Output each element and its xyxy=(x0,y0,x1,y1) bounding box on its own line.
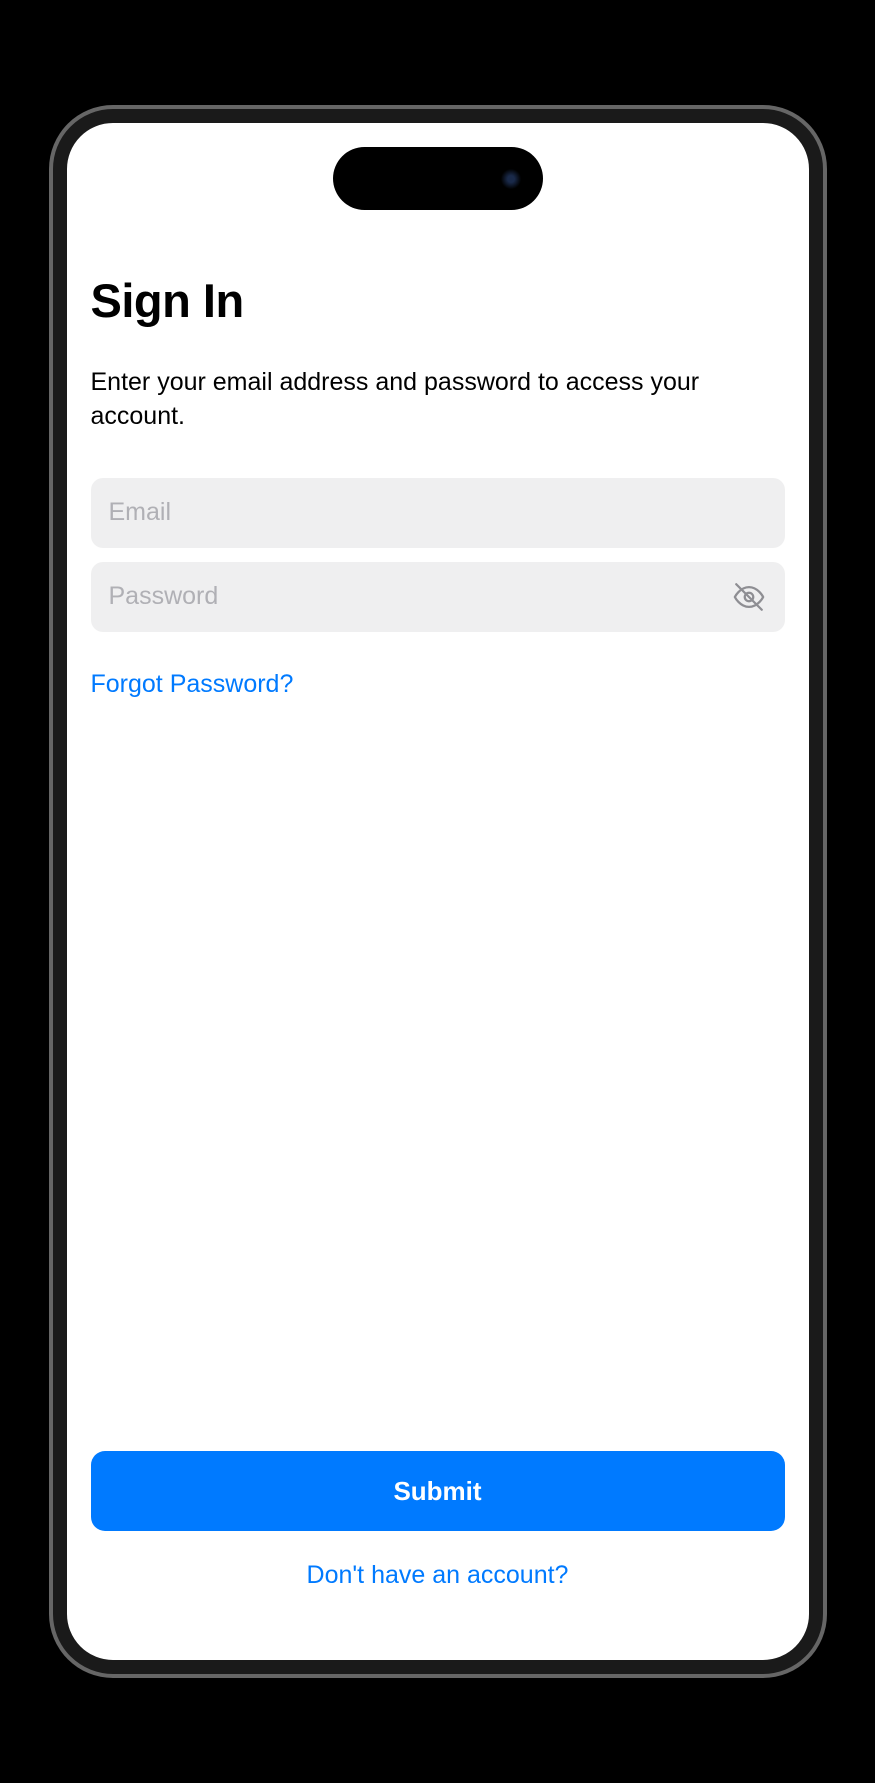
email-field-wrap xyxy=(91,478,785,548)
email-field[interactable] xyxy=(91,478,785,548)
toggle-password-visibility-icon[interactable] xyxy=(731,579,767,615)
iphone-frame: Sign In Enter your email address and pas… xyxy=(53,109,823,1674)
silence-switch xyxy=(57,368,63,423)
password-field[interactable] xyxy=(91,562,785,632)
dynamic-island xyxy=(333,147,543,210)
volume-up-button xyxy=(57,483,63,593)
forgot-password-link[interactable]: Forgot Password? xyxy=(91,670,294,699)
page-title: Sign In xyxy=(91,273,785,328)
sign-in-screen: Sign In Enter your email address and pas… xyxy=(67,123,809,1660)
password-field-wrap xyxy=(91,562,785,632)
signup-link[interactable]: Don't have an account? xyxy=(91,1561,785,1590)
page-subtitle: Enter your email address and password to… xyxy=(91,366,785,434)
spacer xyxy=(91,699,785,1452)
submit-button[interactable]: Submit xyxy=(91,1451,785,1531)
power-button xyxy=(813,543,819,713)
volume-down-button xyxy=(57,623,63,733)
